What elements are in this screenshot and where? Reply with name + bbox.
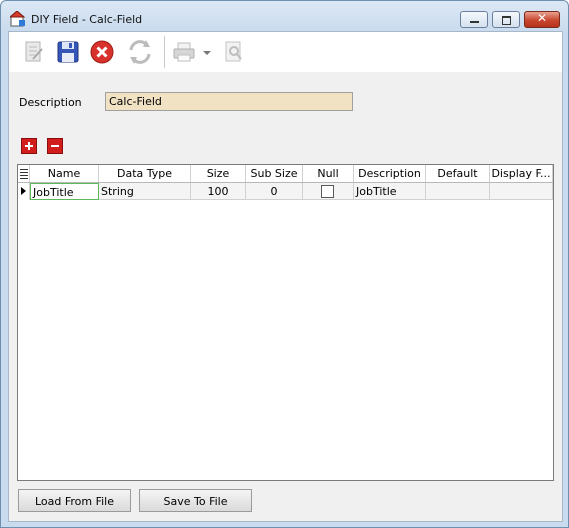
cell-null[interactable] (303, 183, 354, 200)
description-label: Description (19, 96, 82, 109)
cell-description[interactable]: JobTitle (354, 183, 426, 200)
column-header-name[interactable]: Name (30, 165, 99, 182)
client-area: Description Name Data Type Size Sub Size… (8, 31, 563, 522)
cell-size[interactable]: 100 (191, 183, 246, 200)
toolbar-separator (164, 36, 165, 68)
cell-data-type[interactable]: String (99, 183, 191, 200)
save-to-file-button[interactable]: Save To File (139, 489, 252, 512)
cancel-icon[interactable] (89, 39, 115, 65)
column-chooser-cell[interactable] (18, 165, 30, 182)
print-preview-icon[interactable] (221, 39, 247, 65)
cell-sub-size[interactable]: 0 (246, 183, 303, 200)
app-icon (10, 11, 26, 27)
cell-default[interactable] (426, 183, 490, 200)
load-from-file-button[interactable]: Load From File (18, 489, 131, 512)
null-checkbox[interactable] (321, 185, 334, 198)
column-header-null[interactable]: Null (303, 165, 354, 182)
column-header-sub-size[interactable]: Sub Size (246, 165, 303, 182)
close-window-button[interactable]: ✕ (524, 11, 560, 28)
minimize-button[interactable] (460, 11, 488, 28)
edit-icon[interactable] (21, 39, 47, 65)
add-row-button[interactable] (21, 138, 37, 154)
close-icon: ✕ (536, 11, 548, 25)
column-header-size[interactable]: Size (191, 165, 246, 182)
column-header-default[interactable]: Default (426, 165, 490, 182)
title-bar: DIY Field - Calc-Field ✕ (1, 1, 568, 31)
window: DIY Field - Calc-Field ✕ Description Cal… (0, 0, 569, 528)
table-row[interactable]: JobTitle String 100 0 JobTitle (18, 183, 553, 200)
print-dropdown-icon[interactable] (202, 39, 212, 65)
column-header-display-format[interactable]: Display F... (490, 165, 553, 182)
cell-display-format[interactable] (490, 183, 553, 200)
refresh-icon[interactable] (125, 37, 155, 67)
column-header-description[interactable]: Description (354, 165, 426, 182)
current-row-indicator (18, 183, 30, 200)
print-icon[interactable] (171, 39, 197, 65)
cell-name[interactable]: JobTitle (30, 183, 99, 200)
save-icon[interactable] (55, 39, 81, 65)
maximize-button[interactable] (492, 11, 520, 28)
column-chooser-icon (20, 169, 28, 179)
fields-grid[interactable]: Name Data Type Size Sub Size Null Descri… (17, 164, 554, 481)
remove-row-button[interactable] (47, 138, 63, 154)
description-input[interactable] (105, 92, 353, 111)
grid-header: Name Data Type Size Sub Size Null Descri… (18, 165, 553, 183)
toolbar (9, 32, 562, 72)
column-header-data-type[interactable]: Data Type (99, 165, 191, 182)
window-title: DIY Field - Calc-Field (31, 13, 143, 26)
